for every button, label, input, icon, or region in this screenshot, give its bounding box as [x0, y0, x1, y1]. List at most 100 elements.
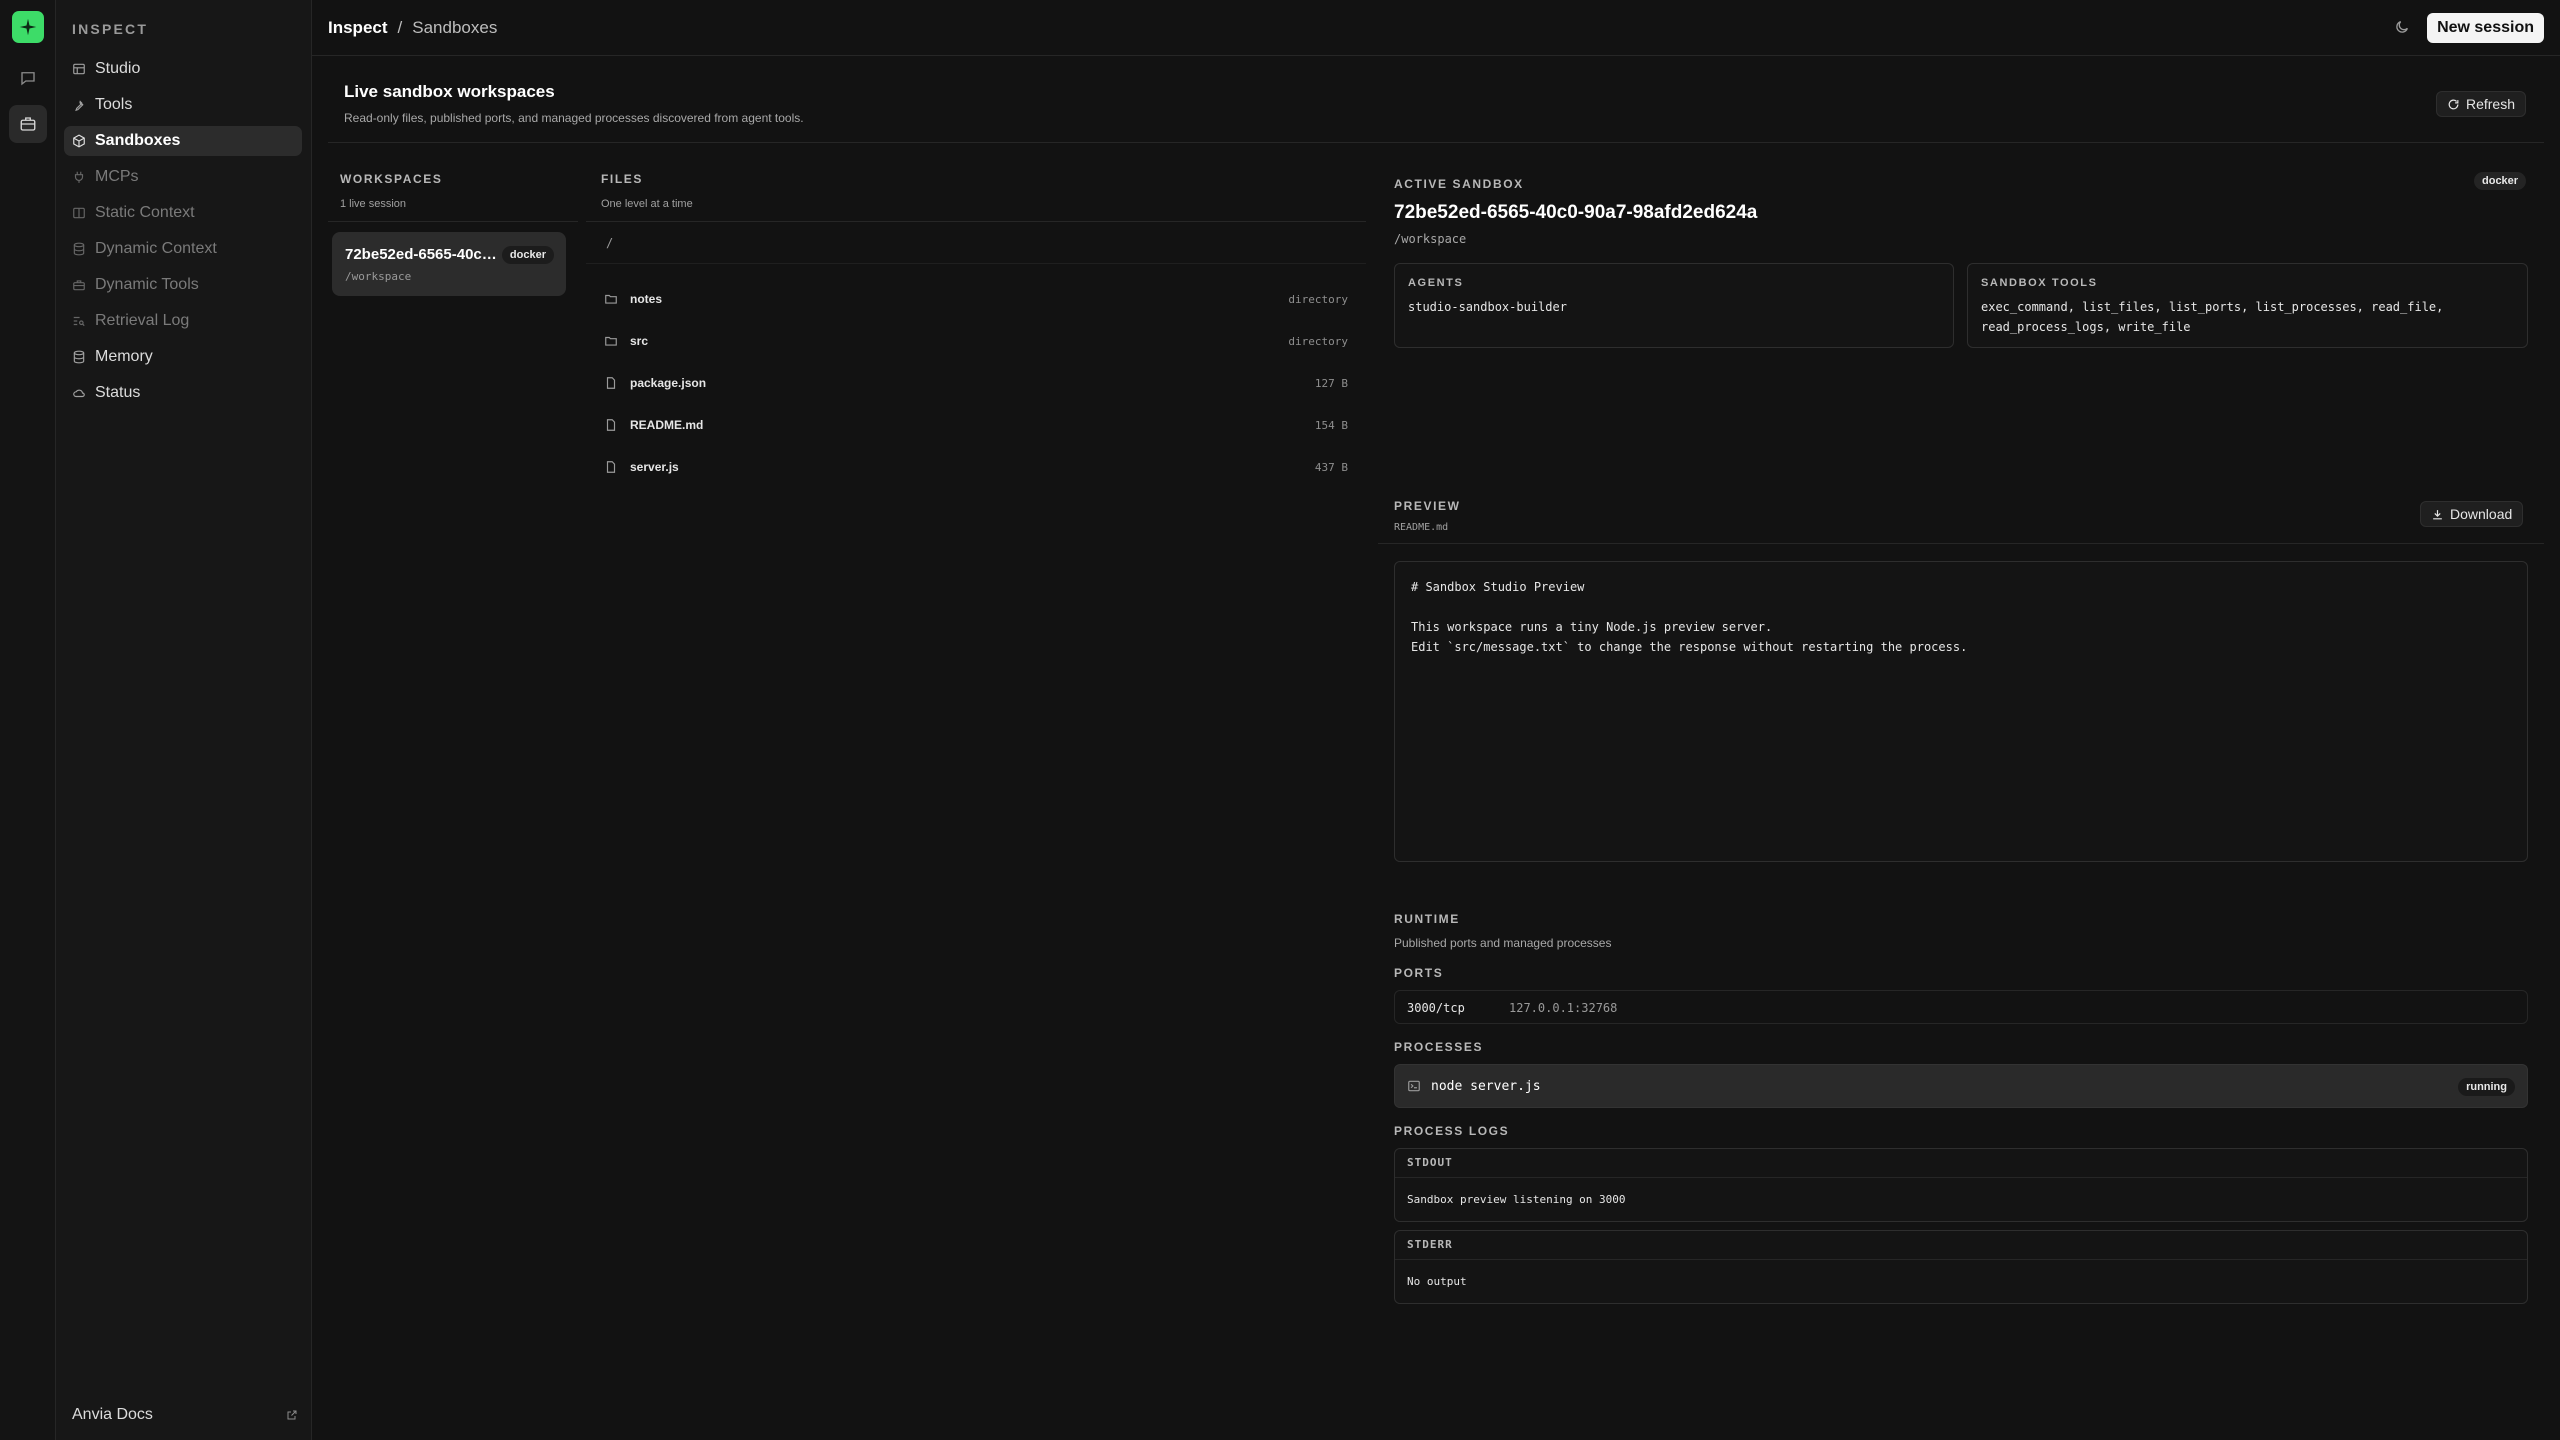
preview-content: # Sandbox Studio Preview This workspace … — [1394, 561, 2528, 862]
refresh-icon — [2447, 98, 2460, 111]
download-icon — [2431, 508, 2444, 521]
file-icon — [604, 376, 620, 390]
file-name: server.js — [630, 460, 679, 474]
sandbox-tools-label: SANDBOX TOOLS — [1981, 277, 2098, 289]
process-row[interactable]: node server.js running — [1394, 1064, 2528, 1108]
file-row[interactable]: notes directory — [604, 278, 1348, 320]
file-icon — [604, 460, 620, 474]
preview-file: README.md — [1394, 522, 1449, 533]
sidebar-item-label: Memory — [95, 348, 153, 365]
docs-link[interactable]: Anvia Docs — [72, 1406, 298, 1424]
page-subtitle: Read-only files, published ports, and ma… — [344, 111, 804, 125]
agents-label: AGENTS — [1408, 277, 1464, 289]
preview-line: # Sandbox Studio Preview — [1411, 580, 1585, 594]
file-name: notes — [630, 292, 663, 306]
file-name: src — [630, 334, 649, 348]
sidebar-item-label: Status — [95, 384, 141, 401]
file-row[interactable]: package.json 127 B — [604, 362, 1348, 404]
moon-icon[interactable] — [2394, 19, 2410, 35]
runtime-label: RUNTIME — [1394, 912, 1460, 926]
files-root-path: / — [606, 236, 614, 250]
refresh-label: Refresh — [2465, 96, 2515, 112]
divider — [586, 221, 1366, 222]
sidebar-item-mcps[interactable]: MCPs — [64, 162, 302, 192]
sidebar-item-studio[interactable]: Studio — [64, 54, 302, 84]
file-meta: 127 B — [1314, 376, 1348, 390]
list-search-icon — [72, 314, 86, 328]
new-session-button[interactable]: New session — [2427, 13, 2544, 43]
process-status-badge: running — [2458, 1078, 2515, 1096]
stdout-label: STDOUT — [1407, 1156, 1453, 1169]
sidebar-item-status[interactable]: Status — [64, 378, 302, 408]
active-sandbox-badge: docker — [2474, 172, 2527, 190]
sandbox-tools-box: SANDBOX TOOLS exec_command, list_files, … — [1967, 263, 2528, 348]
port-address: 127.0.0.1:32768 — [1509, 1001, 1618, 1015]
file-row[interactable]: README.md 154 B — [604, 404, 1348, 446]
wrench-icon — [72, 98, 86, 112]
files-header: FILES One level at a time — [601, 172, 1361, 210]
sidebar-item-retrieval-log[interactable]: Retrieval Log — [64, 306, 302, 336]
workspaces-label: WORKSPACES — [340, 172, 443, 186]
stderr-label: STDERR — [1407, 1238, 1453, 1251]
page-title: Live sandbox workspaces — [344, 82, 555, 101]
toolbox-icon — [72, 278, 86, 292]
external-link-icon — [286, 1409, 298, 1421]
sandbox-path: /workspace — [1394, 232, 1467, 246]
file-name: package.json — [630, 376, 707, 390]
processes-label: PROCESSES — [1394, 1040, 1484, 1054]
sandbox-id: 72be52ed-6565-40c0-90a7-98afd2ed624a — [1394, 202, 1758, 223]
studio-icon — [72, 62, 86, 76]
sidebar-item-static-context[interactable]: Static Context — [64, 198, 302, 228]
docs-link-label: Anvia Docs — [72, 1406, 153, 1423]
breadcrumb-sandboxes: Sandboxes — [412, 18, 498, 37]
port-row: 3000/tcp 127.0.0.1:32768 — [1394, 990, 2528, 1024]
file-row[interactable]: server.js 437 B — [604, 446, 1348, 488]
agents-box: AGENTS studio-sandbox-builder — [1394, 263, 1954, 348]
database-icon — [72, 350, 86, 364]
workspace-name: 72be52ed-6565-40c… — [345, 246, 497, 263]
sidebar-item-dynamic-tools[interactable]: Dynamic Tools — [64, 270, 302, 300]
active-sandbox-label: ACTIVE SANDBOX — [1394, 177, 1524, 191]
file-row[interactable]: src directory — [604, 320, 1348, 362]
sidebar-item-memory[interactable]: Memory — [64, 342, 302, 372]
sidebar-item-label: Sandboxes — [95, 132, 181, 149]
divider — [1378, 543, 2544, 544]
divider — [586, 263, 1366, 264]
breadcrumb: Inspect / Sandboxes — [328, 18, 497, 38]
chat-icon[interactable] — [9, 59, 47, 97]
sidebar-item-label: MCPs — [95, 168, 139, 185]
stderr-box: STDERR No output — [1394, 1230, 2528, 1304]
process-command: node server.js — [1431, 1079, 1541, 1094]
workspace-badge: docker — [501, 246, 554, 264]
sidebar-item-dynamic-context[interactable]: Dynamic Context — [64, 234, 302, 264]
terminal-icon — [1407, 1079, 1421, 1093]
sidebar-item-label: Dynamic Tools — [95, 276, 199, 293]
top-bar: Inspect / Sandboxes New session — [312, 0, 2560, 56]
port-name: 3000/tcp — [1407, 1001, 1465, 1015]
sidebar-item-label: Static Context — [95, 204, 195, 221]
breadcrumb-separator: / — [397, 18, 403, 37]
icon-rail — [0, 0, 56, 1440]
sandbox-tools-value: exec_command, list_files, list_ports, li… — [1981, 300, 2444, 334]
page-header: Live sandbox workspaces Read-only files,… — [344, 82, 804, 125]
sparkle-logo-icon[interactable] — [12, 11, 44, 43]
download-button[interactable]: Download — [2420, 501, 2524, 527]
database-icon — [72, 242, 86, 256]
book-icon — [72, 206, 86, 220]
sidebar-item-sandboxes[interactable]: Sandboxes — [64, 126, 302, 156]
sidebar-title: INSPECT — [72, 21, 149, 37]
download-label: Download — [2450, 506, 2513, 522]
file-name: README.md — [630, 418, 704, 432]
stdout-box: STDOUT Sandbox preview listening on 3000 — [1394, 1148, 2528, 1222]
refresh-button[interactable]: Refresh — [2435, 91, 2526, 117]
workspace-path: /workspace — [345, 270, 412, 283]
file-list: notes directory src directory package.js… — [604, 278, 1348, 488]
preview-label: PREVIEW — [1394, 499, 1461, 513]
sidebar-item-tools[interactable]: Tools — [64, 90, 302, 120]
workspace-card[interactable]: 72be52ed-6565-40c… docker /workspace — [332, 232, 566, 296]
breadcrumb-inspect[interactable]: Inspect — [328, 18, 388, 38]
files-subtitle: One level at a time — [601, 198, 693, 210]
sidebar-item-label: Dynamic Context — [95, 240, 217, 257]
briefcase-icon[interactable] — [9, 105, 47, 143]
preview-line: Edit `src/message.txt` to change the res… — [1411, 640, 1968, 654]
